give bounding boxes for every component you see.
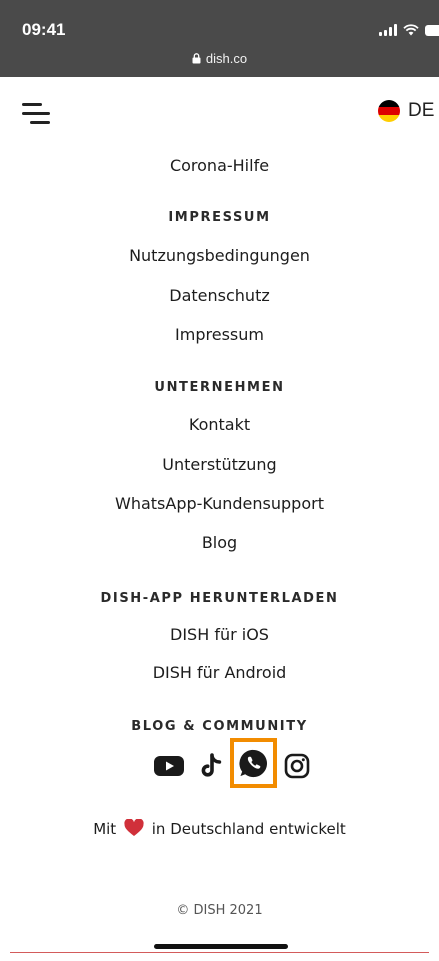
link-dish-android[interactable]: DISH für Android (0, 663, 439, 683)
youtube-icon[interactable] (151, 746, 187, 786)
section-heading-impressum: IMPRESSUM (168, 210, 271, 225)
lock-icon (192, 53, 201, 64)
section-heading-unternehmen: UNTERNEHMEN (154, 380, 285, 395)
link-kontakt[interactable]: Kontakt (0, 415, 439, 435)
tiktok-icon[interactable] (197, 746, 225, 786)
battery-icon (425, 25, 439, 36)
browser-status-bar: 09:41 dish.co (0, 0, 439, 77)
heart-icon (124, 819, 144, 836)
made-with-prefix: Mit (93, 820, 117, 838)
section-heading-blog-community: BLOG & COMMUNITY (131, 719, 308, 734)
status-icons (379, 22, 439, 36)
copyright: © DISH 2021 (176, 903, 263, 918)
url-text: dish.co (205, 51, 248, 66)
germany-flag-icon (378, 100, 400, 122)
made-with-suffix: in Deutschland entwickelt (151, 820, 346, 838)
address-bar[interactable]: dish.co (0, 51, 439, 66)
signal-icon (379, 24, 397, 36)
link-whatsapp-kundensupport[interactable]: WhatsApp-Kundensupport (0, 494, 439, 514)
language-switcher[interactable]: DE (378, 100, 434, 122)
whatsapp-icon[interactable] (230, 738, 277, 788)
social-links (0, 738, 439, 788)
link-corona-hilfe[interactable]: Corona-Hilfe (0, 156, 439, 176)
instagram-icon[interactable] (282, 746, 312, 786)
made-in-germany-text: Mit in Deutschland entwickelt (0, 819, 439, 839)
language-label: DE (408, 100, 435, 121)
page-bottom-divider (10, 952, 429, 953)
link-nutzungsbedingungen[interactable]: Nutzungsbedingungen (0, 246, 439, 266)
link-unterstuetzung[interactable]: Unterstützung (0, 455, 439, 475)
link-impressum[interactable]: Impressum (0, 325, 439, 345)
menu-icon[interactable] (22, 103, 52, 125)
status-time: 09:41 (22, 20, 66, 39)
link-dish-ios[interactable]: DISH für iOS (0, 625, 439, 645)
link-datenschutz[interactable]: Datenschutz (0, 286, 439, 306)
section-heading-dish-app: DISH-APP HERUNTERLADEN (100, 591, 339, 606)
home-indicator (154, 944, 288, 949)
link-blog[interactable]: Blog (0, 533, 439, 553)
wifi-icon (403, 24, 419, 36)
